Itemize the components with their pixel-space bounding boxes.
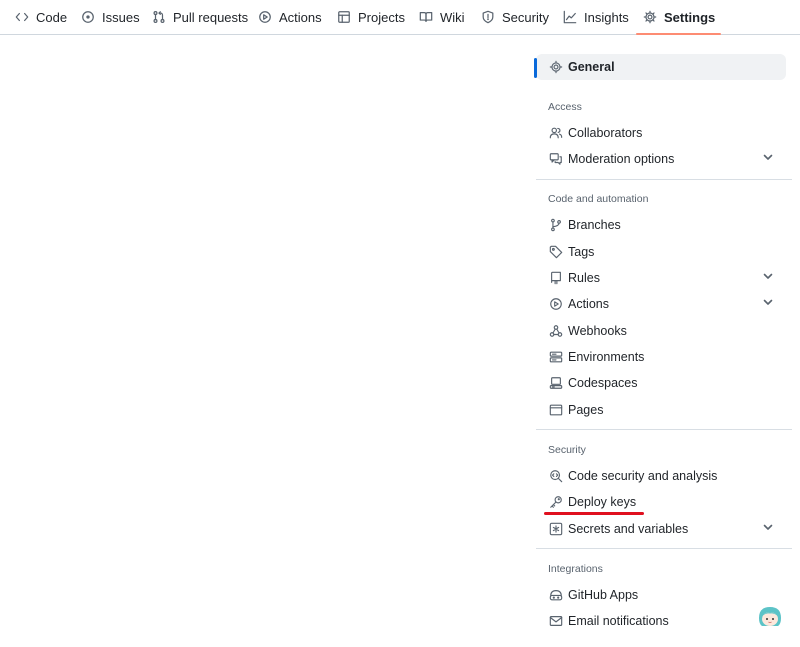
tab-security[interactable]: Security <box>480 0 549 34</box>
tab-wiki[interactable]: Wiki <box>418 0 465 34</box>
section-divider <box>536 548 792 549</box>
issue-icon <box>80 9 96 25</box>
browser-icon <box>548 402 564 418</box>
section-heading-integrations: Integrations <box>548 563 603 575</box>
sidebar-item-email-notifications[interactable]: Email notifications <box>536 608 786 634</box>
sidebar-item-label: Code security and analysis <box>568 469 718 483</box>
sidebar-item-branches[interactable]: Branches <box>536 212 786 238</box>
gear-icon <box>548 59 564 75</box>
sidebar-item-label: Webhooks <box>568 324 627 338</box>
comment-discussion-icon <box>548 151 564 167</box>
graph-icon <box>562 9 578 25</box>
tab-code[interactable]: Code <box>14 0 67 34</box>
key-asterisk-icon <box>548 521 564 537</box>
apps-icon <box>548 587 564 603</box>
tab-label: Security <box>502 9 549 25</box>
tab-label: Projects <box>358 9 405 25</box>
sidebar-item-label: Secrets and variables <box>568 522 689 536</box>
codescan-icon <box>548 468 564 484</box>
chevron-down-icon[interactable] <box>762 296 778 312</box>
key-icon <box>548 494 564 510</box>
webhook-icon <box>548 323 564 339</box>
sidebar-item-webhooks[interactable]: Webhooks <box>536 318 786 344</box>
play-icon <box>257 9 273 25</box>
gear-icon <box>642 9 658 25</box>
sidebar-item-label: Moderation options <box>568 152 675 166</box>
sidebar-item-pages[interactable]: Pages <box>536 397 786 423</box>
tab-insights[interactable]: Insights <box>562 0 629 34</box>
chevron-down-icon[interactable] <box>762 521 778 537</box>
sidebar-item-github-apps[interactable]: GitHub Apps <box>536 582 786 608</box>
tab-label: Insights <box>584 9 629 25</box>
sidebar-item-label: Environments <box>568 350 645 364</box>
sidebar-item-general[interactable]: General <box>534 54 786 80</box>
chevron-down-icon[interactable] <box>762 151 778 167</box>
sidebar-item-rules[interactable]: Rules <box>536 265 786 291</box>
tab-label: Code <box>36 9 68 25</box>
sidebar-item-label: Actions <box>568 297 609 311</box>
sidebar-item-tags[interactable]: Tags <box>536 239 786 265</box>
sidebar-item-label: Codespaces <box>568 376 638 390</box>
pull-request-icon <box>151 9 167 25</box>
sidebar-item-moderation-options[interactable]: Moderation options <box>536 146 786 172</box>
section-divider <box>536 429 792 430</box>
tab-label: Wiki <box>440 9 465 25</box>
sidebar-item-code-security[interactable]: Code security and analysis <box>536 463 786 489</box>
book-icon <box>418 9 434 25</box>
sidebar-item-secrets-variables[interactable]: Secrets and variables <box>536 516 786 542</box>
tab-actions[interactable]: Actions <box>257 0 322 34</box>
codespaces-icon <box>548 375 564 391</box>
tab-label: Actions <box>279 9 322 25</box>
section-heading-access: Access <box>548 101 582 113</box>
chevron-down-icon[interactable] <box>762 270 778 286</box>
people-icon <box>548 125 564 141</box>
sidebar-item-environments[interactable]: Environments <box>536 344 786 370</box>
sidebar-item-label: Rules <box>568 271 600 285</box>
sidebar-item-actions[interactable]: Actions <box>536 291 786 317</box>
section-divider <box>536 179 792 180</box>
sidebar-item-codespaces[interactable]: Codespaces <box>536 370 786 396</box>
repo-nav: Code Issues Pull requests Actions Projec… <box>0 0 800 35</box>
tab-label: Pull requests <box>173 9 249 25</box>
tab-issues[interactable]: Issues <box>80 0 140 34</box>
section-heading-security: Security <box>548 444 586 456</box>
sidebar-item-label: Email notifications <box>568 614 669 628</box>
branch-icon <box>548 217 564 233</box>
sidebar-item-label: Branches <box>568 218 621 232</box>
sidebar-item-label: Pages <box>568 403 604 417</box>
sidebar-item-collaborators[interactable]: Collaborators <box>536 120 786 146</box>
mail-icon <box>548 613 564 629</box>
section-heading-code-automation: Code and automation <box>548 193 649 205</box>
tab-pull-requests[interactable]: Pull requests <box>151 0 248 34</box>
sidebar-item-label: General <box>568 60 615 74</box>
sidebar-item-label: Tags <box>568 245 595 259</box>
repo-push-icon <box>548 270 564 286</box>
tab-settings[interactable]: Settings <box>635 0 722 35</box>
sidebar-item-label: Collaborators <box>568 126 643 140</box>
mascot-avatar <box>759 607 781 626</box>
sidebar-item-label: GitHub Apps <box>568 588 639 602</box>
tag-icon <box>548 244 564 260</box>
sidebar-item-label: Deploy keys <box>568 495 637 509</box>
tab-projects[interactable]: Projects <box>336 0 405 34</box>
tab-label: Issues <box>102 9 140 25</box>
play-icon <box>548 296 564 312</box>
tab-label: Settings <box>664 9 716 25</box>
shield-icon <box>480 9 496 25</box>
server-icon <box>548 349 564 365</box>
code-icon <box>14 9 30 25</box>
annotation-underline <box>544 512 644 515</box>
table-icon <box>336 9 352 25</box>
